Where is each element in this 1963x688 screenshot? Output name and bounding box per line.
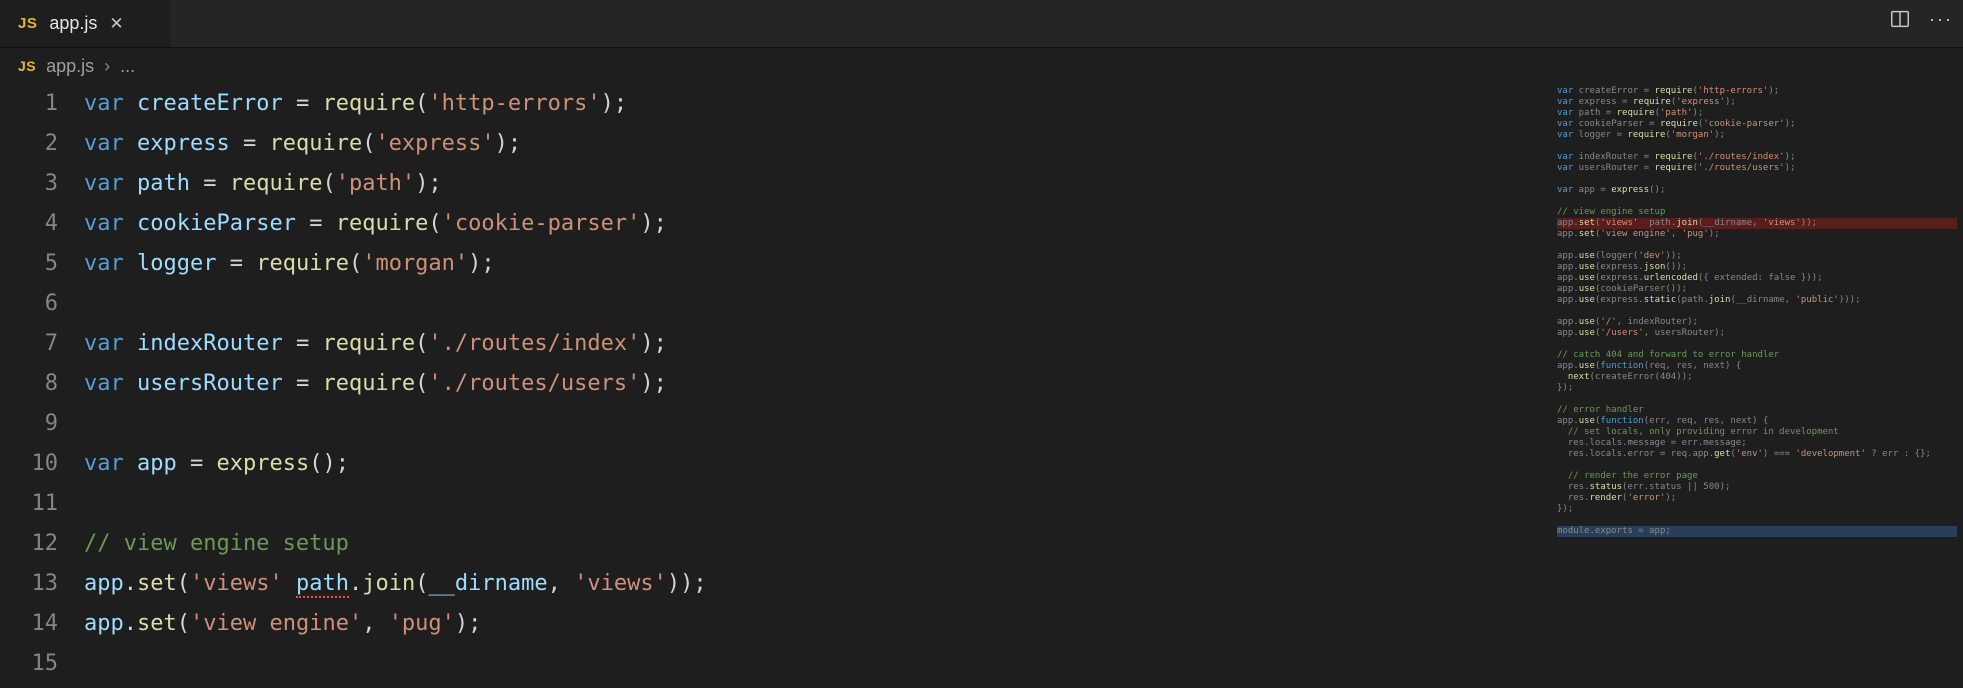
tab-appjs[interactable]: JS app.js ✕ bbox=[0, 0, 170, 47]
breadcrumb-file: app.js bbox=[46, 56, 94, 77]
editor[interactable]: 123456789101112131415 var createError = … bbox=[0, 84, 1963, 688]
js-icon: JS bbox=[18, 15, 37, 32]
breadcrumb[interactable]: JS app.js › ... bbox=[0, 48, 1963, 84]
chevron-right-icon: › bbox=[104, 56, 110, 77]
tab-bar: JS app.js ✕ ··· bbox=[0, 0, 1963, 48]
js-icon: JS bbox=[18, 58, 36, 74]
close-icon[interactable]: ✕ bbox=[109, 14, 123, 34]
breadcrumb-scope: ... bbox=[120, 56, 135, 77]
line-number-gutter: 123456789101112131415 bbox=[0, 84, 84, 688]
code-area[interactable]: var createError = require('http-errors')… bbox=[84, 84, 1963, 688]
more-actions-icon[interactable]: ··· bbox=[1929, 9, 1953, 30]
editor-title-actions: ··· bbox=[1889, 8, 1953, 30]
tab-label: app.js bbox=[49, 13, 97, 34]
split-editor-icon[interactable] bbox=[1889, 8, 1911, 30]
